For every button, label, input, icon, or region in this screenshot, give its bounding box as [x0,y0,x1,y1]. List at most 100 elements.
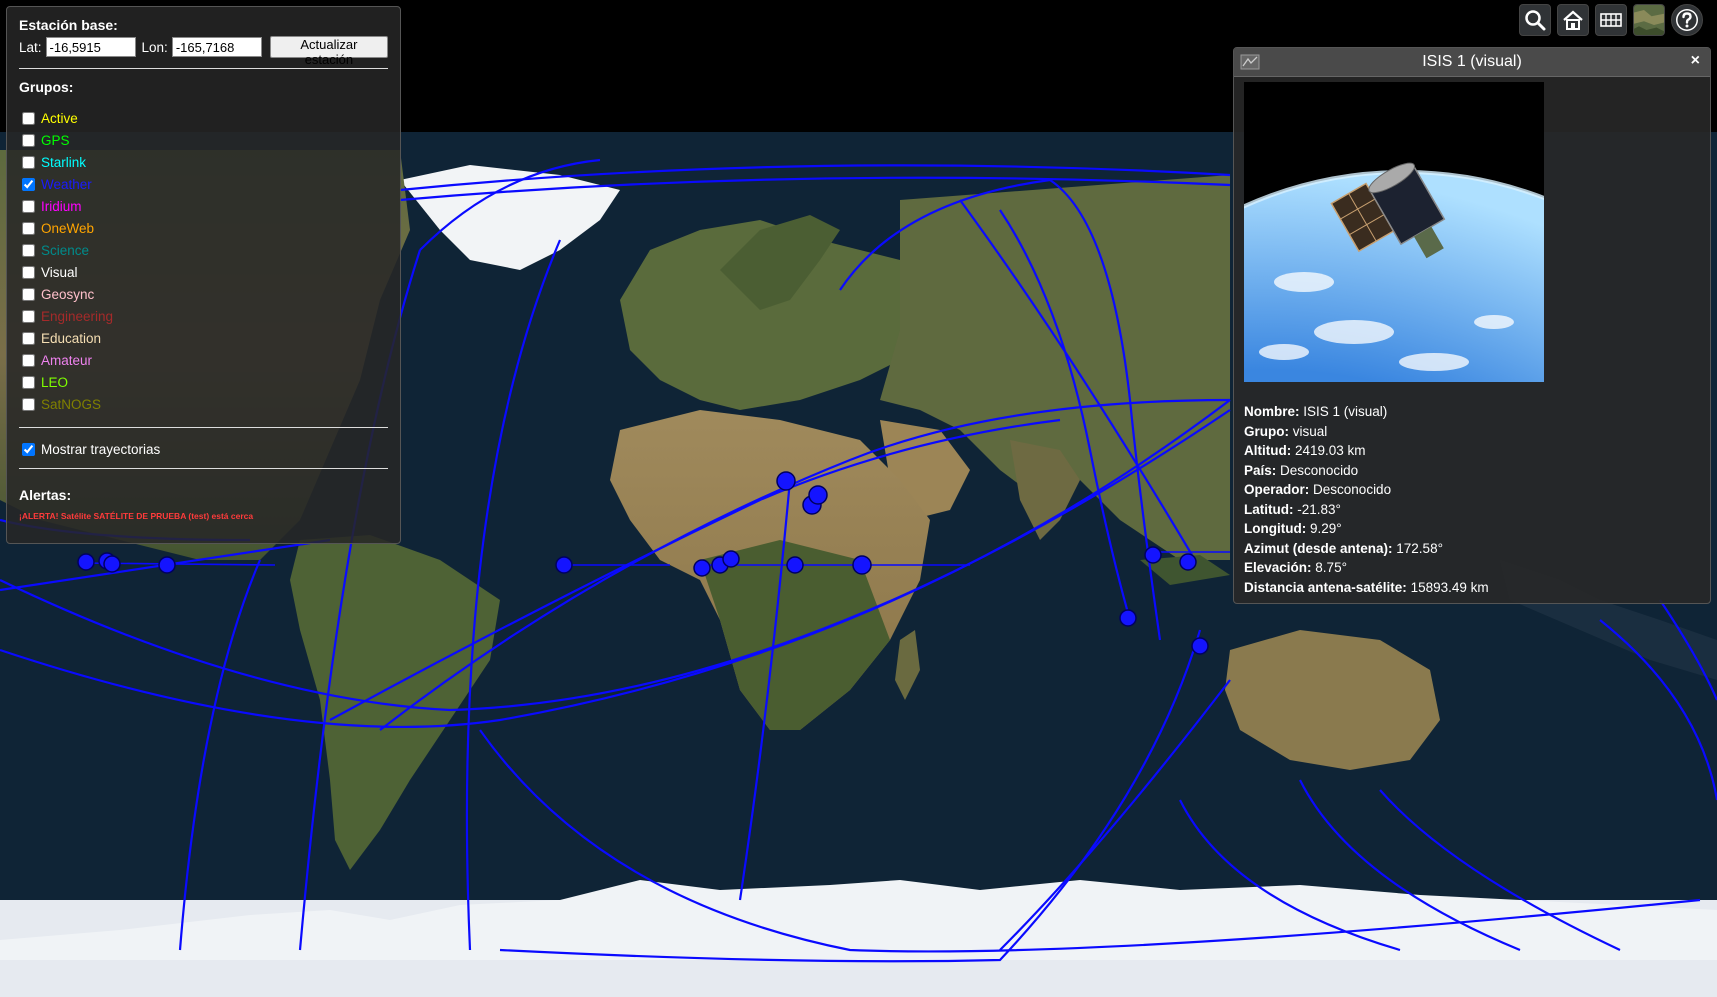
lon-input[interactable] [171,37,262,57]
satellite-marker[interactable] [1119,609,1137,627]
info-field-key: País: [1244,462,1277,478]
group-label: Starlink [41,154,87,170]
group-label: Active [41,110,78,126]
group-item-visual[interactable]: Visual [19,261,388,283]
info-field: Grupo: visual [1244,422,1489,442]
info-field-key: Operador: [1244,482,1310,497]
group-label: Geosync [41,286,95,302]
satellite-marker[interactable] [1179,553,1197,571]
info-field: Latitud: -21.83° [1244,500,1489,520]
divider [19,427,388,428]
satellite-marker[interactable] [852,555,872,575]
alerts-title: Alertas: [19,487,72,503]
group-item-starlink[interactable]: Starlink [19,151,388,173]
satellite-marker[interactable] [722,550,740,568]
group-item-leo[interactable]: LEO [19,371,388,393]
info-field-value: Desconocido [1280,462,1359,478]
info-fields: Nombre: ISIS 1 (visual) Grupo: visual Alti… [1244,402,1489,597]
help-icon [1676,9,1698,31]
camera-icon[interactable] [1240,53,1260,71]
group-item-iridium[interactable]: Iridium [19,195,388,217]
home-button[interactable] [1557,4,1589,36]
group-label: GPS [41,132,70,148]
home-icon [1563,10,1583,30]
info-field: Operador: Desconocido [1244,480,1489,500]
info-field-key: Latitud: [1244,501,1294,517]
info-field: Distancia antena-satélite: 15893.49 km [1244,578,1489,598]
group-checkbox[interactable] [22,199,35,213]
group-item-amateur[interactable]: Amateur [19,349,388,371]
group-label: Iridium [41,198,82,214]
group-checkbox[interactable] [22,155,35,169]
info-field-value: 2419.03 km [1295,443,1366,458]
info-title: ISIS 1 (visual) [1422,53,1522,70]
help-button[interactable] [1671,4,1703,36]
group-checkbox[interactable] [22,353,35,367]
info-header: ISIS 1 (visual) × [1234,48,1710,77]
control-panel: Estación base: Lat: Lon: Actualizar esta… [6,6,401,544]
satellite-marker[interactable] [1144,546,1162,564]
group-checkbox[interactable] [22,265,35,279]
group-item-weather[interactable]: Weather [19,173,388,195]
group-checkbox[interactable] [22,243,35,257]
show-trajectories-checkbox[interactable] [22,442,35,456]
lat-label: Lat: [19,39,42,55]
group-label: Visual [41,264,78,280]
group-checkbox[interactable] [22,397,35,411]
update-station-button[interactable]: Actualizar estación [269,36,388,67]
group-item-active[interactable]: Active [19,107,388,129]
station-title: Estación base: [19,17,118,33]
group-label: Amateur [41,352,93,368]
group-checkbox[interactable] [22,133,35,147]
group-label: Education [41,330,102,346]
group-label: SatNOGS [41,396,102,412]
info-field-key: Longitud: [1244,521,1307,536]
group-item-satnogs[interactable]: SatNOGS [19,393,388,415]
satellite-marker[interactable] [77,553,95,571]
close-button[interactable]: × [1691,52,1700,70]
info-field-value: 9.29° [1310,521,1342,536]
group-list: Active GPS Starlink Weather Iridium OneWeb Sci… [19,107,388,415]
lat-input[interactable] [45,37,136,57]
group-item-education[interactable]: Education [19,327,388,349]
group-item-engineering[interactable]: Engineering [19,305,388,327]
info-field: País: Desconocido [1244,461,1489,481]
satellite-marker[interactable] [103,555,121,573]
lon-label: Lon: [141,39,168,55]
info-field-value: 15893.49 km [1410,579,1489,595]
group-checkbox[interactable] [22,221,35,235]
info-field-key: Elevación: [1244,560,1312,575]
satellite-marker[interactable] [158,556,176,574]
show-trajectories-label: Mostrar trayectorias [41,441,161,457]
group-item-geosync[interactable]: Geosync [19,283,388,305]
group-checkbox[interactable] [22,375,35,389]
info-field: Longitud: 9.29° [1244,519,1489,539]
group-checkbox[interactable] [22,309,35,323]
info-field-value: -21.83° [1297,501,1341,517]
group-item-gps[interactable]: GPS [19,129,388,151]
satellite-marker[interactable] [555,556,573,574]
divider [19,68,388,69]
info-field: Altitud: 2419.03 km [1244,441,1489,461]
group-item-oneweb[interactable]: OneWeb [19,217,388,239]
projection-button[interactable] [1595,4,1627,36]
group-checkbox[interactable] [22,111,35,125]
alert-message: ¡ALERTA! Satélite SATÉLITE DE PRUEBA (te… [19,511,254,521]
satellite-marker[interactable] [693,559,711,577]
group-checkbox[interactable] [22,287,35,301]
satellite-marker[interactable] [776,471,796,491]
group-label: Science [41,242,90,258]
search-button[interactable] [1519,4,1551,36]
info-field-value: Desconocido [1313,482,1392,497]
group-item-science[interactable]: Science [19,239,388,261]
satellite-marker[interactable] [1191,637,1209,655]
info-field-value: 8.75° [1315,560,1347,575]
divider [19,468,388,469]
group-checkbox[interactable] [22,177,35,191]
show-trajectories-row: Mostrar trayectorias [19,438,388,460]
satellite-marker[interactable] [786,556,804,574]
group-checkbox[interactable] [22,331,35,345]
satellite-marker[interactable] [808,485,828,505]
station-row: Lat: Lon: Actualizar estación [19,36,388,67]
base-layer-picker[interactable] [1633,4,1665,36]
